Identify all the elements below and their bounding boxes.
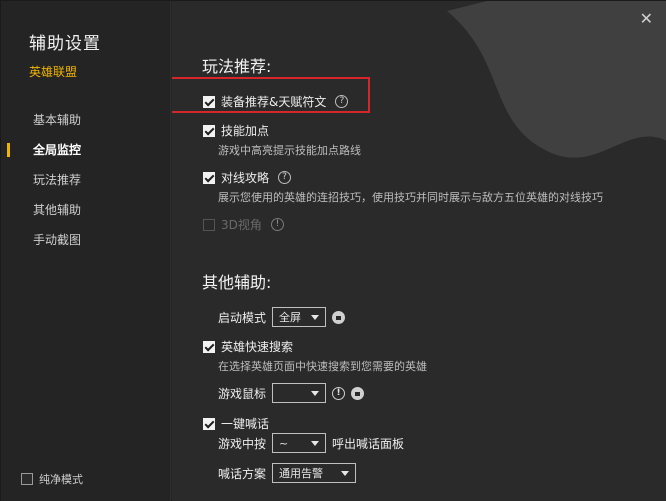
- pure-mode-checkbox[interactable]: [21, 473, 33, 485]
- sidebar-item-other[interactable]: 其他辅助: [1, 195, 171, 225]
- skill-points-option[interactable]: 技能加点: [203, 122, 269, 139]
- shout-checkbox[interactable]: [203, 417, 215, 430]
- mouse-label: 游戏鼠标: [218, 386, 267, 401]
- warning-icon[interactable]: !: [332, 386, 346, 400]
- pure-mode-option[interactable]: 纯净模式: [21, 471, 83, 487]
- hero-search-desc: 在选择英雄页面中快速搜索到您需要的英雄: [218, 360, 427, 373]
- game-name[interactable]: 英雄联盟: [29, 63, 77, 80]
- pure-mode-label: 纯净模式: [39, 473, 83, 486]
- mouse-row: 游戏鼠标 !: [218, 383, 365, 403]
- chevron-down-icon: [311, 390, 320, 396]
- sidebar-title: 辅助设置: [29, 34, 101, 54]
- hero-search-checkbox[interactable]: [203, 340, 215, 353]
- matchup-desc: 展示您使用的英雄的连招技巧，使用技巧并同时展示与敌方五位英雄的对线技巧: [218, 191, 603, 204]
- sidebar-nav: 基本辅助 全局监控 玩法推荐 其他辅助 手动截图: [1, 105, 171, 255]
- hero-search-option[interactable]: 英雄快速搜索: [203, 338, 293, 355]
- matchup-option[interactable]: 对线攻略 ?: [203, 169, 292, 186]
- sidebar: 辅助设置 英雄联盟 基本辅助 全局监控 玩法推荐 其他辅助 手动截图 纯净模式: [1, 1, 171, 501]
- matchup-checkbox[interactable]: [203, 171, 215, 184]
- help-icon[interactable]: ?: [335, 95, 349, 108]
- launch-mode-label: 启动模式: [218, 310, 267, 325]
- chevron-down-icon: [311, 440, 320, 446]
- shout-scheme-value: 通用告警: [279, 467, 324, 480]
- shout-key-row: 游戏中按 ~ 呼出喊话面板: [218, 433, 404, 453]
- settings-window: 辅助设置 英雄联盟 基本辅助 全局监控 玩法推荐 其他辅助 手动截图 纯净模式 …: [0, 0, 666, 501]
- shout-scheme-row: 喊话方案 通用告警: [218, 463, 357, 483]
- skill-points-desc: 游戏中高亮提示技能加点路线: [218, 144, 361, 157]
- matchup-label: 对线攻略: [221, 171, 270, 185]
- skill-points-checkbox[interactable]: [203, 124, 215, 137]
- shout-key-value: ~: [279, 436, 289, 450]
- sidebar-item-basic[interactable]: 基本辅助: [1, 105, 171, 135]
- equip-rune-label: 装备推荐&天赋符文: [221, 95, 327, 109]
- background-decoration: [447, 1, 666, 158]
- launch-mode-select[interactable]: 全屏: [272, 307, 327, 327]
- lock-icon: [332, 310, 346, 324]
- skill-points-label: 技能加点: [221, 124, 270, 138]
- equip-rune-option[interactable]: 装备推荐&天赋符文 ?: [203, 93, 349, 110]
- sidebar-item-screenshot[interactable]: 手动截图: [1, 225, 171, 255]
- view3d-label: 3D视角: [221, 218, 262, 232]
- main-panel: ✕ 玩法推荐: 装备推荐&天赋符文 ? 技能加点 游戏中高亮提示技能加点路线 对…: [172, 1, 666, 501]
- equip-rune-checkbox[interactable]: [203, 95, 215, 108]
- mouse-select[interactable]: [272, 383, 327, 403]
- other-section-title: 其他辅助:: [202, 273, 272, 292]
- shout-label: 一键喊话: [221, 417, 270, 431]
- chevron-down-icon: [341, 470, 350, 476]
- view3d-checkbox[interactable]: [203, 218, 215, 231]
- launch-mode-row: 启动模式 全屏: [218, 307, 346, 327]
- hero-search-label: 英雄快速搜索: [221, 340, 294, 354]
- shout-scheme-label: 喊话方案: [218, 466, 267, 481]
- help-icon[interactable]: ?: [278, 171, 292, 184]
- shout-scheme-select[interactable]: 通用告警: [272, 463, 357, 483]
- play-section-title: 玩法推荐:: [202, 57, 272, 76]
- shout-option[interactable]: 一键喊话: [203, 415, 269, 432]
- shout-key-prefix: 游戏中按: [218, 436, 267, 451]
- view3d-option[interactable]: 3D视角 !: [203, 216, 284, 233]
- close-icon[interactable]: ✕: [640, 9, 653, 28]
- sidebar-item-global-monitor[interactable]: 全局监控: [1, 135, 171, 165]
- sidebar-item-play-recommend[interactable]: 玩法推荐: [1, 165, 171, 195]
- chevron-down-icon: [311, 314, 320, 320]
- launch-mode-value: 全屏: [279, 311, 302, 324]
- lock-icon: [351, 386, 365, 400]
- shout-key-select[interactable]: ~: [272, 433, 327, 453]
- shout-key-suffix: 呼出喊话面板: [332, 436, 405, 451]
- warning-icon[interactable]: !: [270, 218, 284, 231]
